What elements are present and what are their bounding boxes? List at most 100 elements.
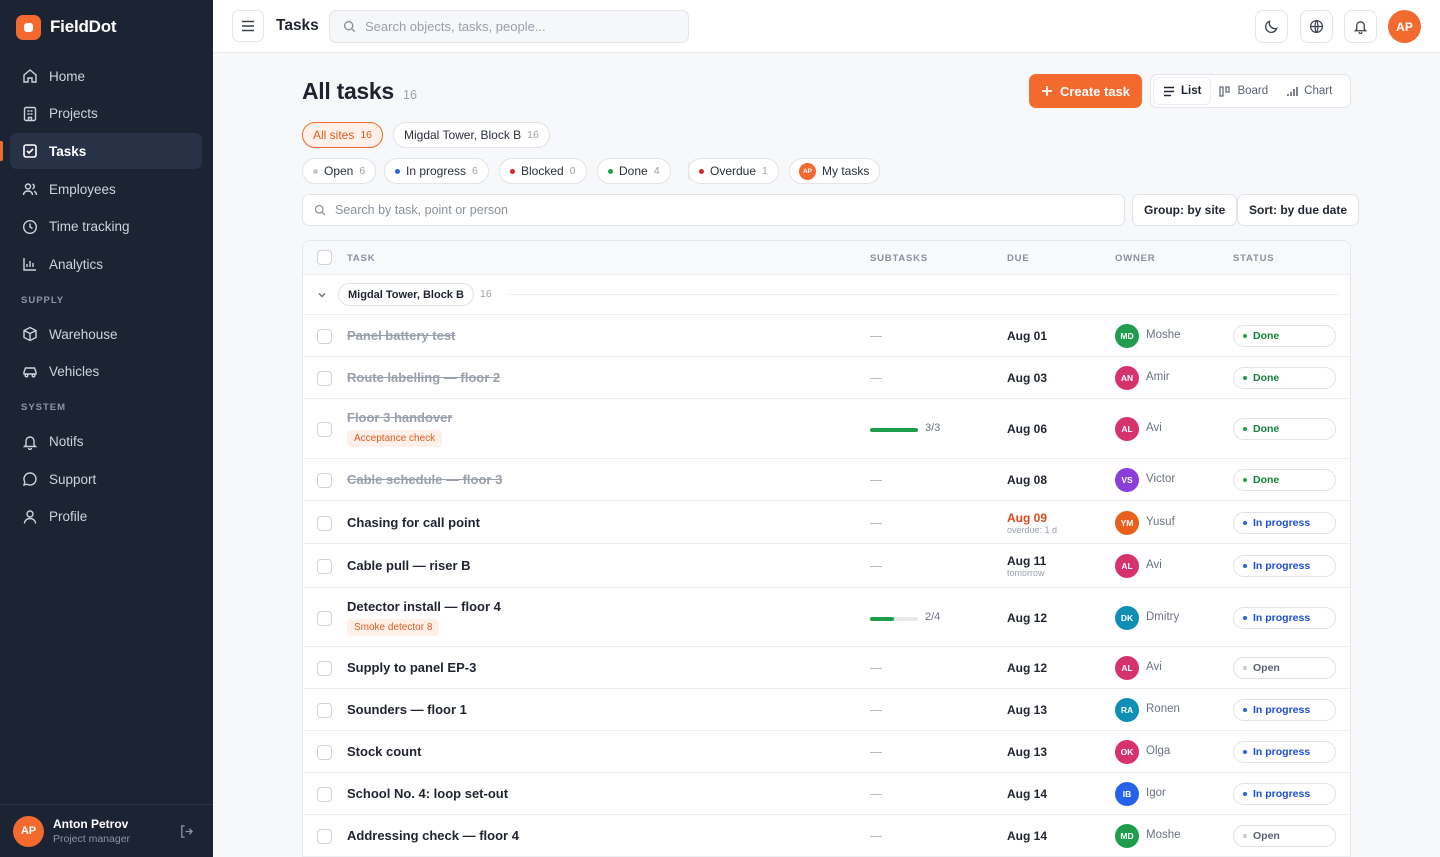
table-row[interactable]: Floor 3 handover Acceptance check 3/3 Aug 0… <box>303 399 1350 459</box>
column-header-owner[interactable]: OWNER <box>1115 253 1155 264</box>
table-row[interactable]: Sounders — floor 1 Aug 13 RA Ronen In progre… <box>303 689 1350 731</box>
table-row[interactable]: Supply to panel EP-3 Aug 12 AL Avi Open <box>303 647 1350 689</box>
row-checkbox[interactable] <box>317 745 332 760</box>
sidebar-item-warehouse[interactable]: Warehouse <box>10 316 202 352</box>
status-badge[interactable]: Open <box>1233 825 1336 847</box>
theme-toggle-button[interactable] <box>1255 10 1288 43</box>
avatar[interactable]: YM <box>1115 510 1139 535</box>
task-title[interactable]: Chasing for call point <box>347 515 480 530</box>
avatar[interactable]: MD <box>1115 324 1139 348</box>
avatar[interactable]: AL <box>1115 554 1139 578</box>
status-badge[interactable]: Done <box>1233 325 1336 347</box>
column-header-subtasks[interactable]: SUBTASKS <box>870 253 928 264</box>
task-title[interactable]: Panel battery test <box>347 328 455 343</box>
table-row[interactable]: Detector install — floor 4 Smoke detector… <box>303 588 1350 647</box>
task-title[interactable]: Sounders — floor 1 <box>347 702 467 717</box>
logout-icon[interactable] <box>179 824 194 839</box>
sidebar-item-notifs[interactable]: Notifs <box>10 424 202 460</box>
sidebar-item-employees[interactable]: Employees <box>10 171 202 207</box>
task-search[interactable] <box>302 194 1125 226</box>
select-all-checkbox[interactable] <box>317 250 332 265</box>
group-header[interactable]: Migdal Tower, Block B 16 <box>303 275 1350 315</box>
task-title[interactable]: Addressing check — floor 4 <box>347 828 519 843</box>
filter-my-tasks[interactable]: AP My tasks <box>789 158 881 184</box>
status-badge[interactable]: In progress <box>1233 511 1336 534</box>
column-header-due[interactable]: DUE <box>1007 253 1029 264</box>
task-title[interactable]: Cable pull — riser B <box>347 558 471 573</box>
task-title[interactable]: Detector install — floor 4 <box>347 599 501 614</box>
task-title[interactable]: Route labelling — floor 2 <box>347 370 500 385</box>
table-row[interactable]: Addressing check — floor 4 Aug 14 MD Moshe O… <box>303 815 1350 857</box>
avatar[interactable]: RA <box>1115 698 1139 722</box>
filter-all-sites[interactable]: All sites 16 <box>302 122 384 148</box>
row-checkbox[interactable] <box>317 329 332 344</box>
sidebar-item-vehicles[interactable]: Vehicles <box>10 354 202 390</box>
sidebar-item-analytics[interactable]: Analytics <box>10 246 202 282</box>
filter-status-in-progress[interactable]: In progress 6 <box>384 158 489 184</box>
view-list-button[interactable]: List <box>1154 78 1211 104</box>
avatar[interactable]: AN <box>1115 366 1139 390</box>
table-row[interactable]: Chasing for call point Aug 09 overdue: 1 d… <box>303 501 1350 544</box>
menu-button[interactable] <box>232 10 264 42</box>
table-row[interactable]: Stock count Aug 13 OK Olga In progress <box>303 731 1350 773</box>
row-checkbox[interactable] <box>317 371 332 386</box>
task-title[interactable]: Cable schedule — floor 3 <box>347 472 502 487</box>
task-title[interactable]: School No. 4: loop set-out <box>347 786 508 801</box>
avatar[interactable]: AL <box>1115 656 1139 680</box>
avatar[interactable]: OK <box>1115 740 1139 764</box>
filter-status-blocked[interactable]: Blocked 0 <box>499 158 587 184</box>
row-checkbox[interactable] <box>317 515 332 531</box>
row-checkbox[interactable] <box>317 829 332 844</box>
avatar[interactable]: AL <box>1115 417 1139 441</box>
status-badge[interactable]: Done <box>1233 367 1336 389</box>
brand[interactable]: FieldDot <box>16 14 117 40</box>
avatar[interactable]: AP <box>1388 10 1421 43</box>
sidebar-item-home[interactable]: Home <box>10 58 202 94</box>
avatar[interactable]: MD <box>1115 824 1139 848</box>
row-checkbox[interactable] <box>317 422 332 437</box>
status-badge[interactable]: In progress <box>1233 783 1336 805</box>
table-row[interactable]: Panel battery test Aug 01 MD Moshe Done <box>303 315 1350 357</box>
row-checkbox[interactable] <box>317 559 332 574</box>
view-board-button[interactable]: Board <box>1210 78 1277 104</box>
status-badge[interactable]: In progress <box>1233 606 1336 629</box>
task-search-input[interactable] <box>335 203 1095 217</box>
avatar[interactable]: DK <box>1115 605 1139 630</box>
avatar[interactable]: AP <box>13 815 44 847</box>
task-title[interactable]: Supply to panel EP-3 <box>347 660 476 675</box>
row-checkbox[interactable] <box>317 473 332 488</box>
global-search[interactable] <box>329 10 689 43</box>
global-search-input[interactable] <box>365 19 665 34</box>
sidebar-item-profile[interactable]: Profile <box>10 499 202 535</box>
column-header-status[interactable]: STATUS <box>1233 253 1274 264</box>
sidebar-item-tasks[interactable]: Tasks <box>0 133 202 170</box>
avatar[interactable]: IB <box>1115 782 1139 806</box>
row-checkbox[interactable] <box>317 787 332 802</box>
row-checkbox[interactable] <box>317 703 332 718</box>
table-row[interactable]: Route labelling — floor 2 Aug 03 AN Amir Don… <box>303 357 1350 399</box>
table-row[interactable]: Cable pull — riser B Aug 11 tomorrow AL Avi I… <box>303 544 1350 588</box>
row-checkbox[interactable] <box>317 610 332 626</box>
filter-status-open[interactable]: Open 6 <box>302 158 377 184</box>
sort-by-select[interactable]: Sort: by due date <box>1237 194 1360 226</box>
status-badge[interactable]: Open <box>1233 657 1336 679</box>
status-badge[interactable]: In progress <box>1233 699 1336 721</box>
status-badge[interactable]: Done <box>1233 418 1336 440</box>
table-row[interactable]: School No. 4: loop set-out Aug 14 IB Igor In… <box>303 773 1350 815</box>
task-title[interactable]: Floor 3 handover <box>347 410 452 425</box>
sidebar-item-time-tracking[interactable]: Time tracking <box>10 209 202 245</box>
filter-overdue[interactable]: Overdue 1 <box>688 158 779 184</box>
column-header-task[interactable]: TASK <box>347 253 375 264</box>
status-badge[interactable]: In progress <box>1233 741 1336 763</box>
view-chart-button[interactable]: Chart <box>1277 78 1341 104</box>
group-by-select[interactable]: Group: by site <box>1132 194 1238 226</box>
task-title[interactable]: Stock count <box>347 744 421 759</box>
status-badge[interactable]: In progress <box>1233 555 1336 577</box>
filter-site-migdal[interactable]: Migdal Tower, Block B 16 <box>393 122 550 148</box>
sidebar-item-projects[interactable]: Projects <box>10 96 202 132</box>
sidebar-item-support[interactable]: Support <box>10 461 202 497</box>
chevron-down-icon[interactable] <box>317 290 327 300</box>
filter-status-done[interactable]: Done 4 <box>597 158 671 184</box>
table-row[interactable]: Cable schedule — floor 3 Aug 08 VS Victor Do… <box>303 459 1350 501</box>
row-checkbox[interactable] <box>317 661 332 676</box>
